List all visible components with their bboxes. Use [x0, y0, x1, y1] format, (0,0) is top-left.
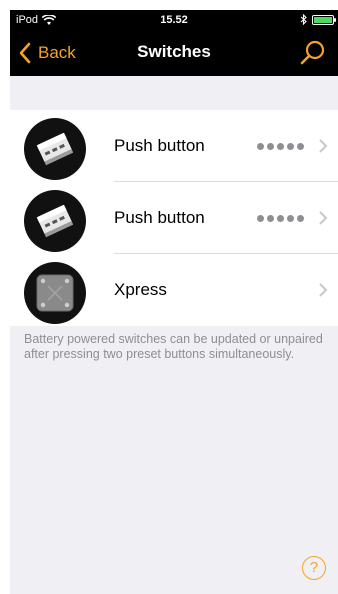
switch-list: Push button Push button Xpress [10, 110, 338, 326]
push-button-switch-icon [24, 190, 86, 252]
switch-label: Push button [114, 136, 205, 155]
bluetooth-icon [300, 14, 307, 25]
top-bar: iPod 15.52 Back Switches [10, 10, 338, 76]
signal-dot [277, 142, 284, 150]
switch-label: Push button [114, 208, 205, 227]
signal-dot [287, 142, 294, 150]
signal-dot [267, 214, 274, 222]
signal-dot [297, 142, 304, 150]
help-icon[interactable]: ? [302, 556, 326, 580]
xpress-switch-icon [24, 262, 86, 324]
app-screen: iPod 15.52 Back Switches Push button Pus… [10, 10, 338, 594]
signal-dot [267, 142, 274, 150]
signal-dot [297, 214, 304, 222]
chevron-right-icon [319, 211, 328, 225]
signal-strength-dots [257, 182, 304, 254]
battery-icon [312, 14, 336, 25]
status-time: 15.52 [160, 14, 188, 26]
chevron-right-icon [319, 139, 328, 153]
search-icon[interactable] [298, 38, 328, 68]
signal-dot [287, 214, 294, 222]
battery-switch-note: Battery powered switches can be updated … [24, 332, 323, 361]
signal-dot [257, 214, 264, 222]
switch-label: Xpress [114, 280, 167, 299]
signal-dot [277, 214, 284, 222]
push-button-switch-icon [24, 118, 86, 180]
signal-dot [257, 142, 264, 150]
switch-row-xpress[interactable]: Xpress [10, 254, 338, 326]
status-right-group [300, 14, 336, 25]
page-title: Switches [137, 42, 211, 61]
navigation-bar: Back Switches [10, 32, 338, 76]
signal-strength-dots [257, 110, 304, 182]
switch-row-push-button-1[interactable]: Push button [10, 110, 338, 182]
switch-row-push-button-2[interactable]: Push button [10, 182, 338, 254]
chevron-right-icon [319, 283, 328, 297]
status-bar: iPod 15.52 [10, 10, 338, 32]
